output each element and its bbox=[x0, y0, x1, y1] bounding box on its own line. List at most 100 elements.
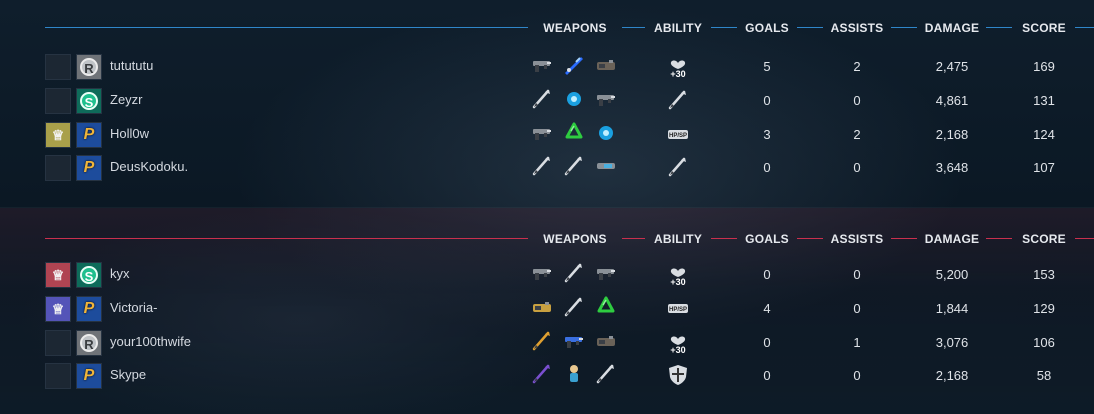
pistol-icon bbox=[594, 261, 618, 285]
header-divider-line bbox=[1075, 238, 1094, 239]
header-divider-line bbox=[891, 238, 917, 239]
shield-icon bbox=[664, 362, 692, 388]
player-row[interactable]: S Zeyzr 0 0 4,861 131 bbox=[0, 86, 1094, 114]
column-header-weapons[interactable]: WEAPONS bbox=[543, 232, 606, 246]
sword-icon bbox=[562, 261, 586, 285]
weapon-loadout bbox=[530, 261, 620, 287]
stat-goals: 0 bbox=[763, 160, 771, 175]
weapon-loadout bbox=[530, 362, 620, 388]
stat-goals: 3 bbox=[763, 127, 771, 142]
stat-score: 131 bbox=[1033, 93, 1055, 108]
stat-score: 106 bbox=[1033, 335, 1055, 350]
rank-badge-icon: S bbox=[77, 89, 101, 113]
svg-text:HP/SP: HP/SP bbox=[669, 133, 687, 139]
hp-sp-icon: HP/SP bbox=[664, 295, 692, 321]
player-name[interactable]: Holl0w bbox=[110, 126, 149, 141]
player-name[interactable]: kyx bbox=[110, 266, 130, 281]
column-header-assists[interactable]: ASSISTS bbox=[831, 21, 884, 35]
stat-assists: 2 bbox=[853, 59, 861, 74]
player-name[interactable]: Victoria- bbox=[110, 300, 157, 315]
railgun-icon bbox=[594, 154, 618, 178]
player-row[interactable]: Rtutututu +30 5 2 2,475 169 bbox=[0, 52, 1094, 80]
column-header-score[interactable]: SCORE bbox=[1022, 232, 1066, 246]
green-recycle-icon bbox=[594, 295, 618, 319]
column-header-goals[interactable]: GOALS bbox=[745, 21, 789, 35]
header-divider-line bbox=[45, 27, 528, 28]
column-header-damage[interactable]: DAMAGE bbox=[925, 21, 980, 35]
stat-damage: 2,168 bbox=[935, 127, 969, 142]
team-red: WEAPONS ABILITY GOALS ASSISTS DAMAGE SCORE ♕ Sk… bbox=[0, 207, 1094, 414]
stat-assists: 0 bbox=[853, 160, 861, 175]
player-name[interactable]: your100thwife bbox=[110, 334, 191, 349]
stat-goals: 0 bbox=[763, 267, 771, 282]
player-emblem-slot bbox=[45, 54, 71, 80]
player-rank-slot: S bbox=[76, 88, 102, 114]
player-name[interactable]: tutututu bbox=[110, 58, 153, 73]
stat-assists: 0 bbox=[853, 267, 861, 282]
scythe-icon bbox=[530, 87, 554, 111]
rank-badge-icon: R bbox=[77, 331, 101, 355]
header-divider-line bbox=[797, 27, 823, 28]
player-rank-slot: P bbox=[76, 363, 102, 389]
rank-badge-icon: P bbox=[77, 156, 101, 180]
launcher-icon bbox=[594, 329, 618, 353]
weapon-loadout bbox=[530, 329, 620, 355]
column-header-ability[interactable]: ABILITY bbox=[654, 21, 702, 35]
column-header-weapons[interactable]: WEAPONS bbox=[543, 21, 606, 35]
player-emblem-slot bbox=[45, 155, 71, 181]
player-rank-slot: S bbox=[76, 262, 102, 288]
blade-icon bbox=[530, 154, 554, 178]
player-name[interactable]: DeusKodoku. bbox=[110, 159, 188, 174]
stat-damage: 2,475 bbox=[935, 59, 969, 74]
column-header-assists[interactable]: ASSISTS bbox=[831, 232, 884, 246]
stat-score: 124 bbox=[1033, 127, 1055, 142]
stat-assists: 1 bbox=[853, 335, 861, 350]
player-emblem-slot bbox=[45, 330, 71, 356]
column-header-ability[interactable]: ABILITY bbox=[654, 232, 702, 246]
stat-damage: 3,076 bbox=[935, 335, 969, 350]
crossbow-icon bbox=[594, 362, 618, 386]
player-name[interactable]: Skype bbox=[110, 367, 146, 382]
header-divider-line bbox=[45, 238, 528, 239]
stat-assists: 0 bbox=[853, 301, 861, 316]
player-name[interactable]: Zeyzr bbox=[110, 92, 143, 107]
player-rank-slot: R bbox=[76, 54, 102, 80]
column-header-score[interactable]: SCORE bbox=[1022, 21, 1066, 35]
stat-goals: 5 bbox=[763, 59, 771, 74]
player-row[interactable]: ♕ P Victoria- HP/SP 4 0 1,844 129 bbox=[0, 294, 1094, 322]
dash-blade-icon bbox=[664, 87, 692, 113]
column-header-damage[interactable]: DAMAGE bbox=[925, 232, 980, 246]
player-row[interactable]: P DeusKodoku. 0 0 3,648 107 bbox=[0, 153, 1094, 181]
blue-rifle-icon bbox=[562, 53, 586, 77]
player-rank-slot: P bbox=[76, 296, 102, 322]
weapon-loadout bbox=[530, 121, 620, 147]
player-row[interactable]: ♕ Skyx +30 0 0 5,200 153 bbox=[0, 260, 1094, 288]
purple-staff-icon bbox=[530, 362, 554, 386]
column-header-goals[interactable]: GOALS bbox=[745, 232, 789, 246]
gold-launcher-icon bbox=[530, 295, 554, 319]
blue-smg-icon bbox=[562, 329, 586, 353]
header-divider-line bbox=[622, 238, 645, 239]
emblem-icon: ♕ bbox=[46, 263, 70, 287]
stat-damage: 1,844 bbox=[935, 301, 969, 316]
player-row[interactable]: Ryour100thwife +30 0 1 3,076 106 bbox=[0, 328, 1094, 356]
shotgun-icon bbox=[530, 53, 554, 77]
svg-text:+30: +30 bbox=[670, 69, 685, 78]
player-row[interactable]: P Skype 0 0 2,168 58 bbox=[0, 361, 1094, 389]
header-divider-line bbox=[711, 238, 737, 239]
stat-score: 153 bbox=[1033, 267, 1055, 282]
player-rank-slot: P bbox=[76, 122, 102, 148]
weapon-loadout bbox=[530, 53, 620, 79]
launcher-icon bbox=[594, 53, 618, 77]
header-divider-line bbox=[797, 238, 823, 239]
emblem-icon: ♕ bbox=[46, 123, 70, 147]
sword-icon bbox=[562, 295, 586, 319]
player-row[interactable]: ♕ P Holl0w HP/SP 3 2 2,168 124 bbox=[0, 120, 1094, 148]
stat-score: 58 bbox=[1036, 368, 1052, 383]
weapon-loadout bbox=[530, 154, 620, 180]
team-blue: WEAPONS ABILITY GOALS ASSISTS DAMAGE SCORE Rtu… bbox=[0, 0, 1094, 207]
rifle-icon bbox=[530, 261, 554, 285]
rank-badge-icon: P bbox=[77, 364, 101, 388]
column-header-row: WEAPONS ABILITY GOALS ASSISTS DAMAGE SCORE bbox=[0, 229, 1094, 249]
heal-plus30-icon: +30 bbox=[664, 261, 692, 287]
